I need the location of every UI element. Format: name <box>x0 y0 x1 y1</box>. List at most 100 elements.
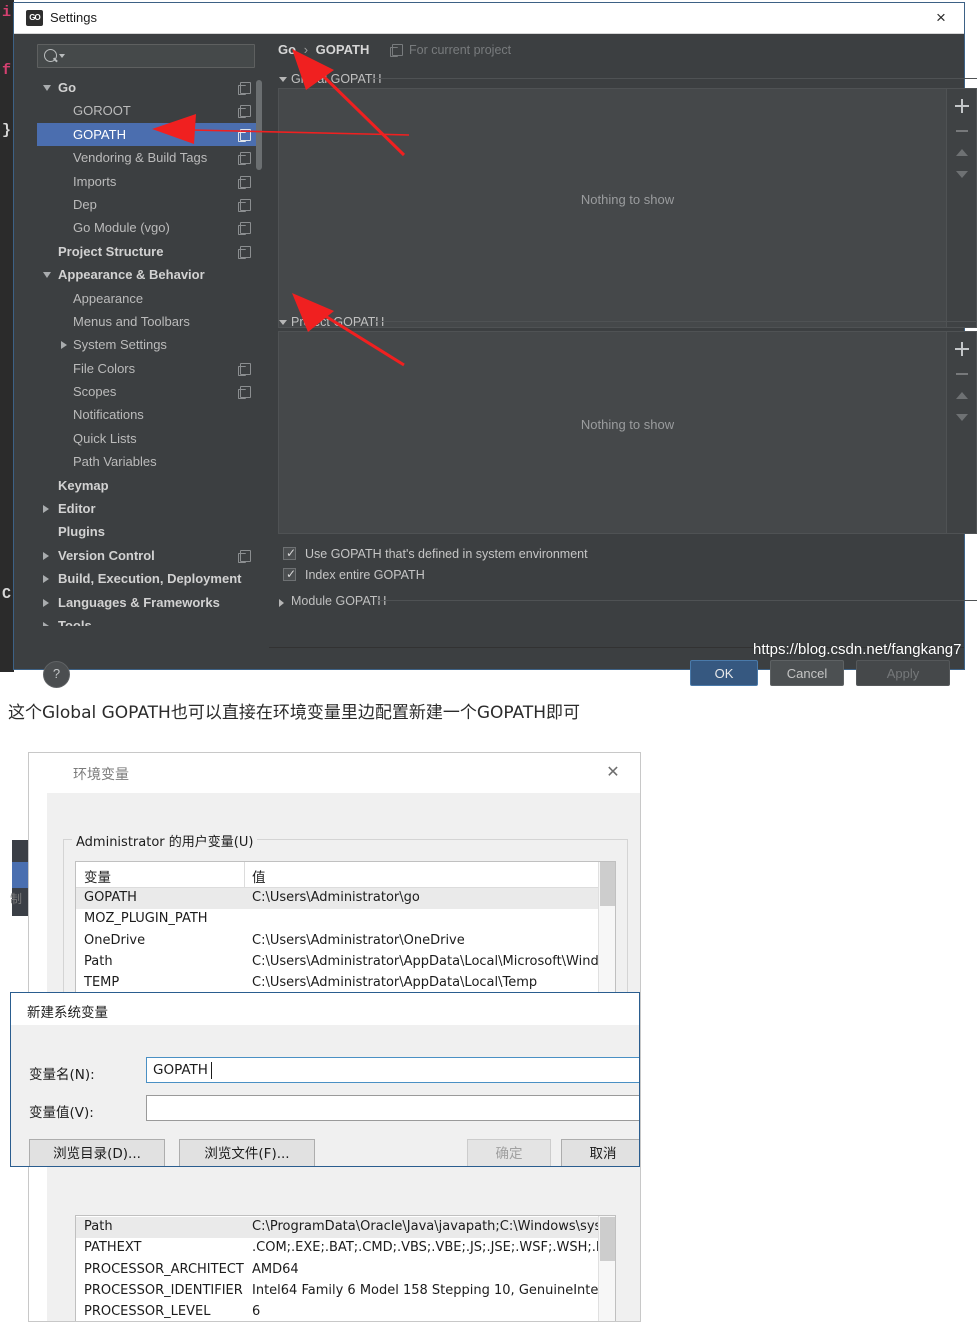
sidebar-item-appearance[interactable]: Appearance <box>37 287 261 310</box>
section-header-global-gopath[interactable]: Global GOPATH <box>279 72 382 86</box>
sidebar-item-system-settings[interactable]: System Settings <box>37 333 261 356</box>
table-row[interactable]: Path C:\Users\Administrator\AppData\Local… <box>76 952 615 973</box>
sidebar-item-file-colors[interactable]: File Colors <box>37 357 261 380</box>
chevron-right-icon[interactable] <box>43 551 49 560</box>
copy-settings-icon[interactable] <box>238 175 251 189</box>
chevron-down-icon[interactable] <box>43 272 51 279</box>
add-project-gopath-button[interactable] <box>953 340 971 358</box>
section-rule-project <box>374 321 977 322</box>
copy-settings-icon[interactable] <box>238 386 251 400</box>
sidebar-item-go[interactable]: Go <box>37 76 261 99</box>
move-down-project-gopath-button[interactable] <box>956 414 968 421</box>
gopath-settings-pane: Go › GOPATH For current project Global G… <box>269 34 977 617</box>
table-row[interactable]: MOZ_PLUGIN_PATH <box>76 909 615 930</box>
settings-tree-list[interactable]: Go GOROOT GOPATH Vendoring & Build Tags Impo… <box>37 76 261 626</box>
table-row[interactable]: PROCESSOR_ARCHITECT AMD64 <box>76 1260 615 1281</box>
variable-name-cell: Path <box>84 1219 113 1234</box>
chevron-right-icon[interactable] <box>61 341 67 350</box>
sidebar-item-quick-lists[interactable]: Quick Lists <box>37 427 261 450</box>
breadcrumb-root[interactable]: Go <box>278 42 296 57</box>
sidebar-item-path-variables[interactable]: Path Variables <box>37 450 261 473</box>
project-gopath-list[interactable]: Nothing to show <box>278 331 977 534</box>
sidebar-item-build-execution-deployment[interactable]: Build, Execution, Deployment <box>37 567 261 590</box>
copy-settings-icon[interactable] <box>238 362 251 376</box>
chevron-down-icon[interactable] <box>43 85 51 91</box>
copy-settings-icon[interactable] <box>238 82 251 95</box>
variable-name-input[interactable]: GOPATH <box>146 1057 639 1083</box>
sidebar-item-tools[interactable]: Tools <box>37 614 261 626</box>
sidebar-item-project-structure[interactable]: Project Structure <box>37 240 261 263</box>
close-icon[interactable]: ✕ <box>602 762 624 784</box>
sidebar-item-dep[interactable]: Dep <box>37 193 261 216</box>
sidebar-item-scopes[interactable]: Scopes <box>37 380 261 403</box>
browse-directory-button[interactable]: 浏览目录(D)... <box>29 1139 165 1166</box>
variable-value-input[interactable] <box>146 1095 639 1121</box>
remove-global-gopath-button[interactable] <box>953 122 971 140</box>
table-row[interactable]: PROCESSOR_LEVEL 6 <box>76 1302 615 1321</box>
copy-settings-icon[interactable] <box>238 105 251 119</box>
sidebar-item-gopath[interactable]: GOPATH <box>37 122 261 147</box>
add-global-gopath-button[interactable] <box>953 97 971 115</box>
sidebar-item-vendoring-build-tags[interactable]: Vendoring & Build Tags <box>37 146 261 169</box>
sidebar-item-label: File Colors <box>73 360 136 376</box>
chevron-right-icon[interactable] <box>43 575 49 584</box>
section-header-project-gopath[interactable]: Project GOPATH <box>279 315 384 329</box>
chevron-right-icon[interactable] <box>43 621 49 626</box>
copy-settings-icon[interactable] <box>238 128 251 142</box>
sidebar-item-plugins[interactable]: Plugins <box>37 520 261 543</box>
tree-scrollbar-thumb[interactable] <box>256 80 262 170</box>
section-header-module-gopath[interactable]: Module GOPATH <box>279 594 386 608</box>
user-table-scrollbar[interactable] <box>598 862 615 1010</box>
move-up-global-gopath-button[interactable] <box>956 149 968 156</box>
browse-file-button[interactable]: 浏览文件(F)... <box>179 1139 315 1166</box>
sidebar-item-imports[interactable]: Imports <box>37 170 261 193</box>
system-variables-table[interactable]: Path C:\ProgramData\Oracle\Java\javapath;… <box>75 1215 616 1321</box>
close-icon[interactable]: × <box>931 8 951 28</box>
sidebar-item-appearance-behavior[interactable]: Appearance & Behavior <box>37 263 261 286</box>
ok-button[interactable]: OK <box>690 660 758 686</box>
copy-settings-icon[interactable] <box>238 222 251 236</box>
sidebar-item-go-module-vgo[interactable]: Go Module (vgo) <box>37 216 261 239</box>
system-table-body[interactable]: Path C:\ProgramData\Oracle\Java\javapath;… <box>76 1216 615 1321</box>
sidebar-item-menus-and-toolbars[interactable]: Menus and Toolbars <box>37 310 261 333</box>
section-rule-global <box>369 78 977 79</box>
global-gopath-list[interactable]: Nothing to show <box>278 88 977 328</box>
table-row[interactable]: GOPATH C:\Users\Administrator\go <box>76 888 615 910</box>
editor-glyph: f <box>2 62 12 79</box>
checkbox-use-system-gopath[interactable]: ✓ Use GOPATH that's defined in system en… <box>283 546 588 561</box>
copy-settings-icon[interactable] <box>238 245 251 259</box>
global-gopath-empty-text: Nothing to show <box>580 192 675 207</box>
copy-settings-icon[interactable] <box>238 198 251 212</box>
user-table-header: 变量 值 <box>76 862 615 888</box>
chevron-right-icon[interactable] <box>43 505 49 514</box>
chevron-right-icon[interactable] <box>43 598 49 607</box>
sidebar-item-keymap[interactable]: Keymap <box>37 474 261 497</box>
project-gopath-toolbar <box>946 332 976 533</box>
search-input[interactable] <box>37 44 255 68</box>
move-down-global-gopath-button[interactable] <box>956 171 968 178</box>
move-up-project-gopath-button[interactable] <box>956 392 968 399</box>
sidebar-item-languages-frameworks[interactable]: Languages & Frameworks <box>37 591 261 614</box>
sidebar-item-goroot[interactable]: GOROOT <box>37 99 261 122</box>
table-row[interactable]: Path C:\ProgramData\Oracle\Java\javapath;… <box>76 1217 615 1239</box>
sidebar-item-editor[interactable]: Editor <box>37 497 261 520</box>
dialog-cancel-button[interactable]: 取消 <box>561 1139 639 1166</box>
table-row[interactable]: PATHEXT .COM;.EXE;.BAT;.CMD;.VBS;.VBE;.JS… <box>76 1238 615 1259</box>
checkbox-label: Index entire GOPATH <box>305 568 425 582</box>
variable-name-cell: OneDrive <box>84 932 146 948</box>
user-variables-table[interactable]: 变量 值 GOPATH C:\Users\Administrator\go MOZ_… <box>75 861 616 1011</box>
sidebar-item-version-control[interactable]: Version Control <box>37 544 261 567</box>
copy-settings-icon[interactable] <box>238 152 251 166</box>
table-row[interactable]: PROCESSOR_IDENTIFIER Intel64 Family 6 Mod… <box>76 1281 615 1302</box>
copy-settings-icon[interactable] <box>238 549 251 563</box>
chevron-down-icon <box>279 77 287 82</box>
sidebar-item-notifications[interactable]: Notifications <box>37 403 261 426</box>
cancel-button[interactable]: Cancel <box>770 660 844 686</box>
system-table-scrollbar[interactable]: ⌄ <box>598 1216 615 1321</box>
chevron-down-icon[interactable]: ⌄ <box>603 1315 612 1321</box>
table-row[interactable]: OneDrive C:\Users\Administrator\OneDrive <box>76 931 615 952</box>
help-button[interactable]: ? <box>43 661 70 688</box>
remove-project-gopath-button[interactable] <box>953 365 971 383</box>
settings-tree-pane: Go GOROOT GOPATH Vendoring & Build Tags Impo… <box>23 38 262 630</box>
checkbox-index-entire-gopath[interactable]: ✓ Index entire GOPATH <box>283 567 425 582</box>
